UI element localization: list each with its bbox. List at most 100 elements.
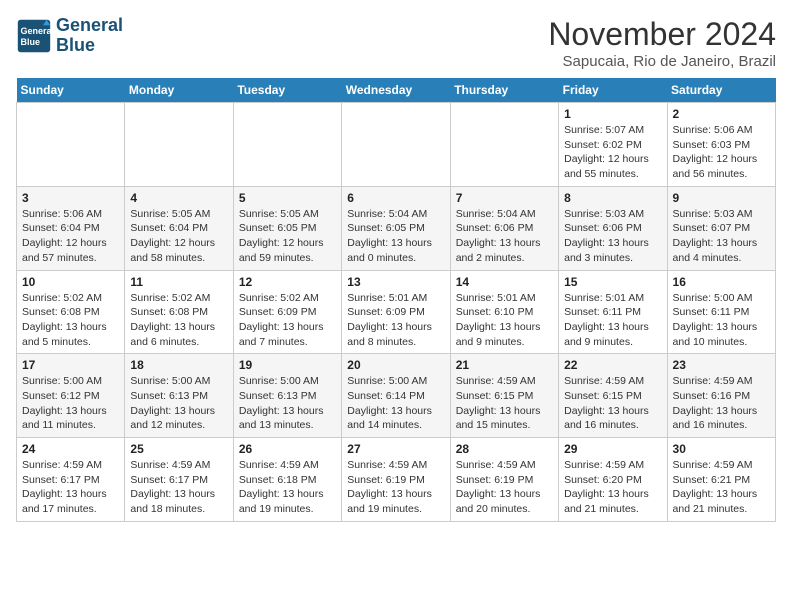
calendar-cell: 21Sunrise: 4:59 AM Sunset: 6:15 PM Dayli… <box>450 354 558 438</box>
logo-text: GeneralBlue <box>56 16 123 56</box>
day-number: 6 <box>347 191 444 205</box>
day-number: 28 <box>456 442 553 456</box>
logo-icon: General Blue <box>16 18 52 54</box>
calendar-cell: 18 Sunrise: 5:00 AM Sunset: 6:13 PM Dayli… <box>125 354 233 438</box>
weekday-header: Sunday <box>17 78 125 103</box>
calendar-cell: 28 Sunrise: 4:59 AM Sunset: 6:19 PM Dayli… <box>450 438 558 522</box>
weekday-header: Monday <box>125 78 233 103</box>
svg-text:General: General <box>21 26 53 36</box>
calendar-week-row: 10Sunrise: 5:02 AM Sunset: 6:08 PM Dayli… <box>17 270 776 354</box>
calendar-cell <box>17 103 125 187</box>
day-detail: Sunrise: 5:05 AM Sunset: 6:04 PM Dayligh… <box>130 207 227 266</box>
calendar-cell: 24 Sunrise: 4:59 AM Sunset: 6:17 PM Dayli… <box>17 438 125 522</box>
day-detail: Sunrise: 4:59 AM Sunset: 6:18 PM Dayligh… <box>239 458 336 517</box>
day-detail: Sunrise: 5:06 AM Sunset: 6:04 PM Dayligh… <box>22 207 119 266</box>
day-detail: Sunrise: 5:03 AM Sunset: 6:06 PM Dayligh… <box>564 207 661 266</box>
calendar-cell: 2 Sunrise: 5:06 AM Sunset: 6:03 PM Daylig… <box>667 103 775 187</box>
day-detail: Sunrise: 5:00 AM Sunset: 6:13 PM Dayligh… <box>239 374 336 433</box>
day-detail: Sunrise: 5:04 AM Sunset: 6:05 PM Dayligh… <box>347 207 444 266</box>
calendar-cell: 30 Sunrise: 4:59 AM Sunset: 6:21 PM Dayli… <box>667 438 775 522</box>
calendar-cell: 27 Sunrise: 4:59 AM Sunset: 6:19 PM Dayli… <box>342 438 450 522</box>
weekday-header: Tuesday <box>233 78 341 103</box>
day-number: 4 <box>130 191 227 205</box>
day-number: 24 <box>22 442 119 456</box>
calendar-cell: 6 Sunrise: 5:04 AM Sunset: 6:05 PM Daylig… <box>342 186 450 270</box>
day-detail: Sunrise: 5:02 AM Sunset: 6:08 PM Dayligh… <box>130 291 227 350</box>
calendar-cell: 9Sunrise: 5:03 AM Sunset: 6:07 PM Daylig… <box>667 186 775 270</box>
day-number: 16 <box>673 275 770 289</box>
calendar-cell: 22 Sunrise: 4:59 AM Sunset: 6:15 PM Dayli… <box>559 354 667 438</box>
day-number: 29 <box>564 442 661 456</box>
calendar-cell: 23Sunrise: 4:59 AM Sunset: 6:16 PM Dayli… <box>667 354 775 438</box>
calendar-cell <box>233 103 341 187</box>
calendar-week-row: 17 Sunrise: 5:00 AM Sunset: 6:12 PM Dayli… <box>17 354 776 438</box>
day-number: 30 <box>673 442 770 456</box>
day-detail: Sunrise: 4:59 AM Sunset: 6:21 PM Dayligh… <box>673 458 770 517</box>
calendar-cell: 20Sunrise: 5:00 AM Sunset: 6:14 PM Dayli… <box>342 354 450 438</box>
day-number: 26 <box>239 442 336 456</box>
day-number: 8 <box>564 191 661 205</box>
day-detail: Sunrise: 5:01 AM Sunset: 6:09 PM Dayligh… <box>347 291 444 350</box>
day-detail: Sunrise: 5:01 AM Sunset: 6:11 PM Dayligh… <box>564 291 661 350</box>
weekday-header: Thursday <box>450 78 558 103</box>
calendar-cell: 15 Sunrise: 5:01 AM Sunset: 6:11 PM Dayli… <box>559 270 667 354</box>
day-detail: Sunrise: 5:04 AM Sunset: 6:06 PM Dayligh… <box>456 207 553 266</box>
location-subtitle: Sapucaia, Rio de Janeiro, Brazil <box>548 53 776 70</box>
calendar-week-row: 3 Sunrise: 5:06 AM Sunset: 6:04 PM Daylig… <box>17 186 776 270</box>
calendar-cell: 7 Sunrise: 5:04 AM Sunset: 6:06 PM Daylig… <box>450 186 558 270</box>
day-number: 14 <box>456 275 553 289</box>
day-number: 12 <box>239 275 336 289</box>
day-detail: Sunrise: 5:07 AM Sunset: 6:02 PM Dayligh… <box>564 123 661 182</box>
day-detail: Sunrise: 5:00 AM Sunset: 6:12 PM Dayligh… <box>22 374 119 433</box>
calendar-cell: 1 Sunrise: 5:07 AM Sunset: 6:02 PM Daylig… <box>559 103 667 187</box>
day-number: 13 <box>347 275 444 289</box>
calendar-cell: 19Sunrise: 5:00 AM Sunset: 6:13 PM Dayli… <box>233 354 341 438</box>
day-number: 2 <box>673 107 770 121</box>
day-number: 15 <box>564 275 661 289</box>
calendar-cell: 8 Sunrise: 5:03 AM Sunset: 6:06 PM Daylig… <box>559 186 667 270</box>
day-number: 1 <box>564 107 661 121</box>
calendar-cell: 17 Sunrise: 5:00 AM Sunset: 6:12 PM Dayli… <box>17 354 125 438</box>
day-number: 3 <box>22 191 119 205</box>
calendar-week-row: 1 Sunrise: 5:07 AM Sunset: 6:02 PM Daylig… <box>17 103 776 187</box>
day-number: 23 <box>673 358 770 372</box>
calendar-cell <box>450 103 558 187</box>
weekday-header: Friday <box>559 78 667 103</box>
day-detail: Sunrise: 4:59 AM Sunset: 6:15 PM Dayligh… <box>564 374 661 433</box>
day-detail: Sunrise: 5:01 AM Sunset: 6:10 PM Dayligh… <box>456 291 553 350</box>
calendar-cell <box>342 103 450 187</box>
calendar-cell: 10Sunrise: 5:02 AM Sunset: 6:08 PM Dayli… <box>17 270 125 354</box>
calendar-cell: 12 Sunrise: 5:02 AM Sunset: 6:09 PM Dayli… <box>233 270 341 354</box>
day-number: 22 <box>564 358 661 372</box>
day-detail: Sunrise: 5:02 AM Sunset: 6:09 PM Dayligh… <box>239 291 336 350</box>
day-detail: Sunrise: 4:59 AM Sunset: 6:19 PM Dayligh… <box>456 458 553 517</box>
calendar-cell: 4 Sunrise: 5:05 AM Sunset: 6:04 PM Daylig… <box>125 186 233 270</box>
day-detail: Sunrise: 5:06 AM Sunset: 6:03 PM Dayligh… <box>673 123 770 182</box>
calendar-week-row: 24 Sunrise: 4:59 AM Sunset: 6:17 PM Dayli… <box>17 438 776 522</box>
day-detail: Sunrise: 5:00 AM Sunset: 6:13 PM Dayligh… <box>130 374 227 433</box>
day-number: 18 <box>130 358 227 372</box>
day-detail: Sunrise: 4:59 AM Sunset: 6:20 PM Dayligh… <box>564 458 661 517</box>
weekday-header: Wednesday <box>342 78 450 103</box>
day-number: 27 <box>347 442 444 456</box>
calendar-cell: 29 Sunrise: 4:59 AM Sunset: 6:20 PM Dayli… <box>559 438 667 522</box>
calendar-cell: 16Sunrise: 5:00 AM Sunset: 6:11 PM Dayli… <box>667 270 775 354</box>
calendar-cell: 14 Sunrise: 5:01 AM Sunset: 6:10 PM Dayli… <box>450 270 558 354</box>
day-detail: Sunrise: 5:02 AM Sunset: 6:08 PM Dayligh… <box>22 291 119 350</box>
calendar-cell <box>125 103 233 187</box>
day-detail: Sunrise: 4:59 AM Sunset: 6:19 PM Dayligh… <box>347 458 444 517</box>
day-number: 17 <box>22 358 119 372</box>
day-detail: Sunrise: 4:59 AM Sunset: 6:17 PM Dayligh… <box>130 458 227 517</box>
day-detail: Sunrise: 5:03 AM Sunset: 6:07 PM Dayligh… <box>673 207 770 266</box>
day-number: 21 <box>456 358 553 372</box>
day-number: 25 <box>130 442 227 456</box>
logo: General Blue GeneralBlue <box>16 16 123 56</box>
calendar-cell: 3 Sunrise: 5:06 AM Sunset: 6:04 PM Daylig… <box>17 186 125 270</box>
calendar-cell: 13 Sunrise: 5:01 AM Sunset: 6:09 PM Dayli… <box>342 270 450 354</box>
weekday-header-row: SundayMondayTuesdayWednesdayThursdayFrid… <box>17 78 776 103</box>
day-detail: Sunrise: 4:59 AM Sunset: 6:17 PM Dayligh… <box>22 458 119 517</box>
calendar-cell: 25 Sunrise: 4:59 AM Sunset: 6:17 PM Dayli… <box>125 438 233 522</box>
day-number: 7 <box>456 191 553 205</box>
title-area: November 2024 Sapucaia, Rio de Janeiro, … <box>548 16 776 70</box>
month-title: November 2024 <box>548 16 776 53</box>
